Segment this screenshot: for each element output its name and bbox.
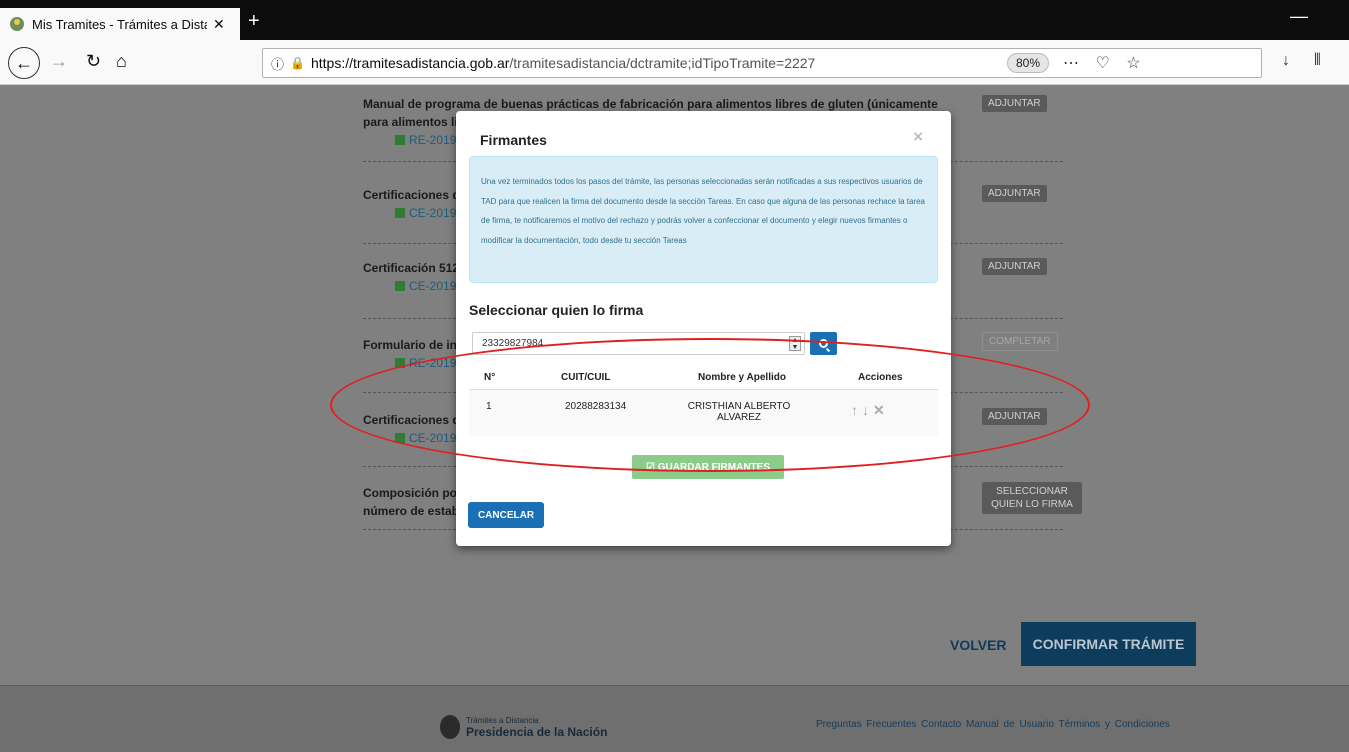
- check-icon: [395, 433, 405, 443]
- table-row: 1 20288283134 CRISTHIAN ALBERTO ALVAREZ …: [469, 390, 938, 436]
- check-icon: [395, 281, 405, 291]
- guardar-firmantes-button[interactable]: ☑ GUARDAR FIRMANTES: [632, 455, 784, 479]
- new-tab-icon[interactable]: +: [248, 10, 260, 33]
- firmantes-table: N° CUIT/CUIL Nombre y Apellido Acciones …: [469, 366, 938, 436]
- footer-links[interactable]: Preguntas Frecuentes Contacto Manual de …: [816, 719, 1170, 730]
- adjuntar-button[interactable]: ADJUNTAR: [982, 258, 1047, 275]
- col-n: N°: [484, 372, 496, 383]
- row-name: CRISTHIAN ALBERTO ALVAREZ: [687, 401, 791, 423]
- select-signer-heading: Seleccionar quien lo firma: [469, 302, 644, 318]
- row-n: 1: [486, 401, 492, 412]
- library-icon[interactable]: ⫴: [1314, 52, 1321, 70]
- check-icon: [395, 358, 405, 368]
- modal-title: Firmantes: [480, 132, 547, 148]
- downloads-icon[interactable]: ↓: [1282, 52, 1290, 70]
- browser-navbar: ← → ↻ ⌂ ⓘ 🔒 https://tramitesadistancia.g…: [0, 40, 1349, 85]
- cuit-search-input[interactable]: [472, 332, 805, 355]
- zoom-level[interactable]: 80%: [1007, 53, 1050, 73]
- cancelar-button[interactable]: CANCELAR: [468, 502, 544, 528]
- col-actions: Acciones: [858, 372, 903, 383]
- reload-icon[interactable]: ↻: [86, 51, 101, 72]
- info-icon[interactable]: ⓘ: [271, 54, 284, 73]
- back-arrow-icon[interactable]: ←: [8, 47, 40, 79]
- tab-title: Mis Tramites - Trámites a Distancia: [32, 16, 207, 32]
- search-icon: [819, 339, 828, 348]
- arrow-down-icon[interactable]: ↓: [862, 402, 873, 418]
- home-icon[interactable]: ⌂: [116, 51, 127, 72]
- logo-line1: Trámites a Distancia: [466, 715, 539, 725]
- footer: Trámites a Distancia Presidencia de la N…: [0, 685, 1349, 752]
- logo-line2: Presidencia de la Nación: [466, 724, 608, 739]
- col-cuit: CUIT/CUIL: [561, 372, 611, 383]
- site-favicon-icon: [10, 17, 24, 31]
- info-alert: Una vez terminados todos los pasos del t…: [469, 156, 938, 283]
- tab-close-icon[interactable]: ✕: [213, 16, 225, 33]
- footer-logo[interactable]: Trámites a Distancia Presidencia de la N…: [440, 715, 607, 739]
- check-icon: [395, 135, 405, 145]
- confirmar-tramite-button[interactable]: CONFIRMAR TRÁMITE: [1021, 622, 1196, 666]
- national-seal-icon: [440, 715, 460, 739]
- col-name: Nombre y Apellido: [698, 372, 786, 383]
- seleccionar-firma-button[interactable]: SELECCIONAR QUIEN LO FIRMA: [982, 482, 1082, 514]
- completar-button[interactable]: COMPLETAR: [982, 332, 1058, 351]
- adjuntar-button[interactable]: ADJUNTAR: [982, 185, 1047, 202]
- close-icon[interactable]: ×: [913, 127, 923, 147]
- page-actions-icon[interactable]: ⋯ ♡ ☆: [1063, 53, 1147, 73]
- remove-icon[interactable]: ✕: [873, 402, 889, 418]
- browser-tab-active[interactable]: Mis Tramites - Trámites a Distancia ✕: [0, 8, 240, 40]
- arrow-up-icon[interactable]: ↑: [851, 402, 862, 418]
- search-button[interactable]: [810, 332, 837, 355]
- check-icon: [395, 208, 405, 218]
- forward-arrow-icon[interactable]: →: [50, 51, 68, 72]
- volver-link[interactable]: VOLVER: [950, 637, 1007, 653]
- table-header: N° CUIT/CUIL Nombre y Apellido Acciones: [469, 366, 938, 390]
- firmantes-modal: Firmantes × Una vez terminados todos los…: [456, 111, 951, 546]
- insecure-lock-icon[interactable]: 🔒: [290, 56, 305, 70]
- url-bar[interactable]: ⓘ 🔒 https://tramitesadistancia.gob.ar /t…: [262, 48, 1262, 78]
- adjuntar-button[interactable]: ADJUNTAR: [982, 95, 1047, 112]
- url-host: https://tramitesadistancia.gob.ar: [310, 55, 510, 71]
- stepper-icon[interactable]: ▲ ▼: [789, 336, 801, 351]
- browser-tabbar: Mis Tramites - Trámites a Distancia ✕ + …: [0, 0, 1349, 40]
- url-path: /tramitesadistancia/dctramite;idTipoTram…: [509, 55, 816, 71]
- window-minimize-icon[interactable]: —: [1290, 6, 1308, 27]
- adjuntar-button[interactable]: ADJUNTAR: [982, 408, 1047, 425]
- row-cuit: 20288283134: [565, 401, 627, 412]
